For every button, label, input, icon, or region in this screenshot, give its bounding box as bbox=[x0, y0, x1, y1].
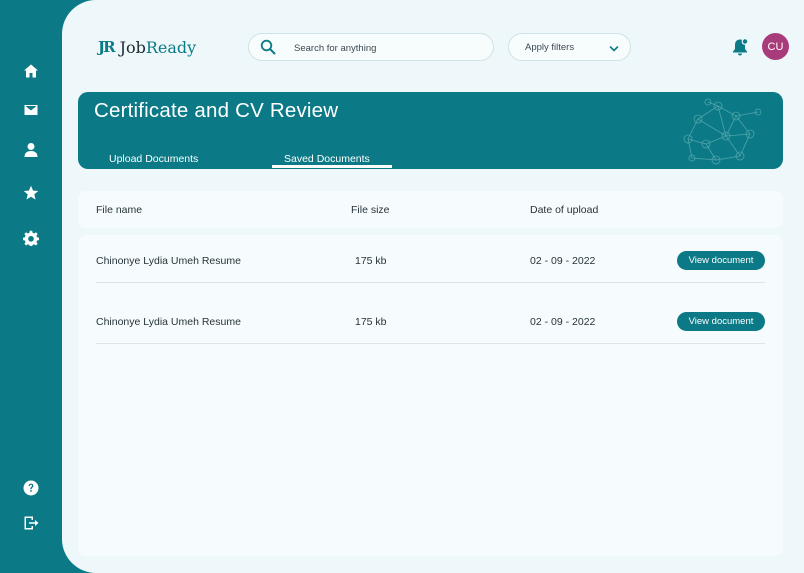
avatar[interactable]: CU bbox=[762, 33, 789, 60]
star-icon[interactable] bbox=[19, 181, 43, 205]
upload-date-cell: 02 - 09 - 2022 bbox=[530, 316, 596, 328]
logo-mark: JR bbox=[98, 38, 116, 56]
table-row: Chinonye Lydia Umeh Resume 175 kb 02 - 0… bbox=[96, 283, 765, 344]
file-name-cell: Chinonye Lydia Umeh Resume bbox=[96, 316, 241, 328]
search-icon[interactable] bbox=[260, 39, 276, 55]
settings-gear-icon[interactable] bbox=[19, 226, 43, 250]
column-header-date-of-upload: Date of upload bbox=[530, 204, 599, 216]
sidebar bbox=[0, 0, 62, 573]
file-size-cell: 175 kb bbox=[355, 316, 387, 328]
active-tab-indicator bbox=[272, 165, 392, 168]
search-bar bbox=[248, 33, 494, 61]
table-body: Chinonye Lydia Umeh Resume 175 kb 02 - 0… bbox=[78, 235, 783, 556]
column-header-file-name: File name bbox=[96, 204, 143, 216]
network-pattern-icon bbox=[683, 98, 762, 165]
user-icon[interactable] bbox=[19, 138, 43, 162]
table-header: File name File size Date of upload bbox=[78, 191, 783, 228]
logo-text: JobReady bbox=[120, 38, 197, 57]
home-icon[interactable] bbox=[19, 59, 43, 83]
search-input[interactable] bbox=[294, 40, 484, 56]
main-panel: JR JobReady Apply filters CU Certificate… bbox=[62, 0, 804, 573]
table-row: Chinonye Lydia Umeh Resume 175 kb 02 - 0… bbox=[96, 235, 765, 283]
logout-icon[interactable] bbox=[19, 511, 43, 535]
file-name-cell: Chinonye Lydia Umeh Resume bbox=[96, 255, 241, 267]
apply-filters-dropdown[interactable]: Apply filters bbox=[508, 33, 631, 61]
page-title: Certificate and CV Review bbox=[94, 99, 339, 122]
jobready-logo[interactable]: JR JobReady bbox=[98, 36, 196, 58]
file-size-cell: 175 kb bbox=[355, 255, 387, 267]
notification-bell-icon[interactable] bbox=[730, 37, 750, 57]
chevron-down-icon bbox=[608, 42, 620, 54]
upload-date-cell: 02 - 09 - 2022 bbox=[530, 255, 596, 267]
view-document-button[interactable]: View document bbox=[677, 312, 765, 331]
logo-text-ready: Ready bbox=[145, 37, 197, 57]
mail-icon[interactable] bbox=[19, 98, 43, 122]
logo-text-job: Job bbox=[119, 37, 146, 57]
column-header-file-size: File size bbox=[351, 204, 390, 216]
help-icon[interactable] bbox=[19, 476, 43, 500]
view-document-button[interactable]: View document bbox=[677, 251, 765, 270]
tab-upload-documents[interactable]: Upload Documents bbox=[109, 153, 198, 167]
page-banner: Certificate and CV Review Upload Documen… bbox=[78, 92, 783, 169]
filters-label: Apply filters bbox=[525, 42, 575, 53]
